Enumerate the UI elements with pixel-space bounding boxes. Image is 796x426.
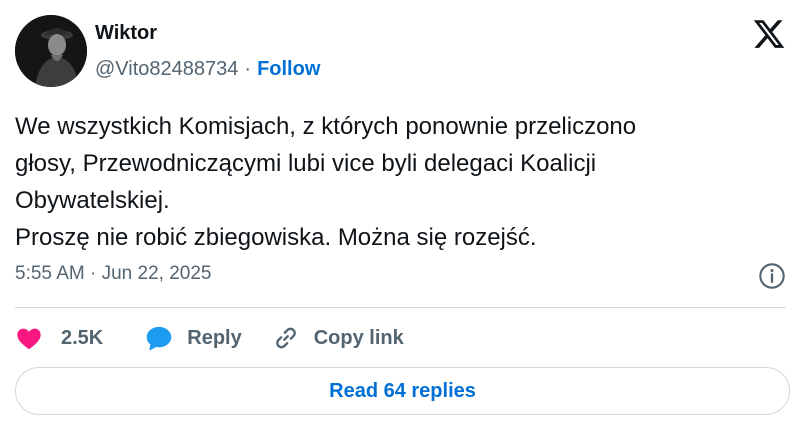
author-handle-row: @Vito82488734 · Follow: [95, 58, 320, 81]
avatar-image: [15, 15, 87, 87]
tweet-actions: 2.5K Reply Copy link: [15, 322, 434, 354]
read-replies-button[interactable]: Read 64 replies: [15, 367, 790, 415]
heart-icon: [17, 328, 41, 350]
author-handle[interactable]: @Vito82488734: [95, 58, 238, 81]
reply-bubble-icon: [147, 326, 172, 351]
link-icon: [275, 327, 296, 349]
like-count: 2.5K: [61, 326, 104, 349]
avatar[interactable]: [15, 15, 87, 87]
tweet-text: We wszystkich Komisjach, z których ponow…: [15, 108, 785, 256]
tweet-timestamp[interactable]: 5:55 AM · Jun 22, 2025: [15, 263, 211, 285]
like-button[interactable]: 2.5K: [15, 324, 103, 352]
copy-link-label: Copy link: [313, 326, 404, 349]
follow-button[interactable]: Follow: [257, 58, 320, 81]
divider: [15, 307, 786, 308]
tweet-line: Obywatelskiej.: [15, 187, 170, 214]
reply-label: Reply: [187, 326, 242, 349]
info-icon[interactable]: [758, 262, 786, 290]
tweet-line: Proszę nie robić zbiegowiska. Można się …: [15, 224, 537, 251]
tweet-line: głosy, Przewodniczącymi lubi vice byli d…: [15, 150, 597, 177]
tweet-line: We wszystkich Komisjach, z których ponow…: [15, 113, 637, 140]
separator-dot: ·: [244, 58, 252, 80]
reply-button[interactable]: Reply: [145, 324, 242, 352]
author-name[interactable]: Wiktor: [95, 22, 157, 45]
x-logo-icon[interactable]: [752, 17, 786, 51]
copy-link-button[interactable]: Copy link: [272, 324, 404, 352]
